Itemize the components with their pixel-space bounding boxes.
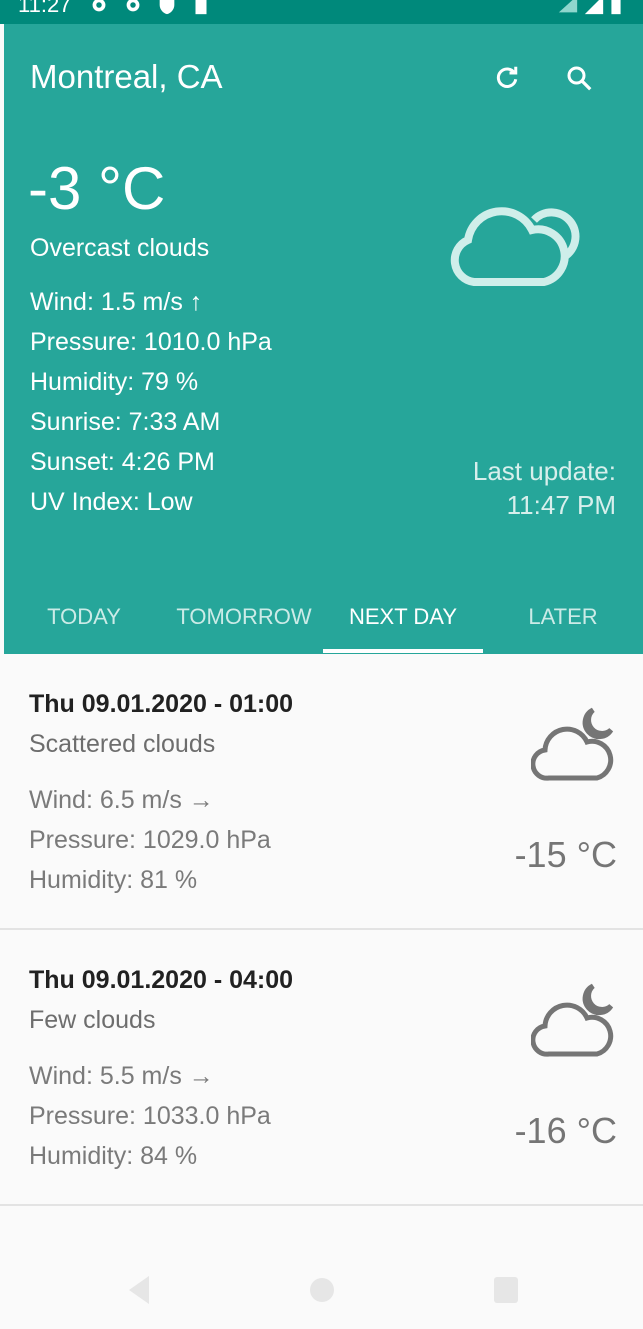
cloud-moon-icon xyxy=(531,983,614,1057)
last-update-time: 11:47 PM xyxy=(506,490,616,520)
forecast-date: Thu 09.01.2020 - 01:00 xyxy=(29,690,294,718)
signal-icon xyxy=(584,0,604,15)
navigation-bar xyxy=(0,1250,643,1329)
sd-card-icon xyxy=(195,0,207,15)
back-button[interactable] xyxy=(118,1270,158,1310)
forecast-humidity: Humidity: 81 % xyxy=(29,866,198,894)
tab-indicator xyxy=(323,649,483,653)
forecast-wind: Wind: 5.5 m/s → xyxy=(29,1062,214,1090)
current-wind: Wind: 1.5 m/s ↑ xyxy=(30,288,203,316)
last-update-label: Last update: xyxy=(472,456,616,486)
forecast-temperature: -15 °C xyxy=(514,834,617,875)
forecast-description: Scattered clouds xyxy=(29,730,216,758)
home-icon xyxy=(310,1278,334,1302)
current-temperature: -3 °C xyxy=(28,155,166,222)
tab-tomorrow[interactable]: TOMORROW xyxy=(164,584,324,650)
recents-button[interactable] xyxy=(486,1270,526,1310)
more-options-button[interactable] xyxy=(627,58,643,98)
current-sunset: Sunset: 4:26 PM xyxy=(30,448,215,476)
status-bar: 11:27 xyxy=(0,0,643,24)
current-weather-header: Montreal, CA -3 °C Overcast clouds Wind:… xyxy=(4,24,643,654)
forecast-date: Thu 09.01.2020 - 04:00 xyxy=(29,966,294,994)
search-icon xyxy=(567,66,592,91)
search-button[interactable] xyxy=(559,58,599,98)
shield-icon xyxy=(159,0,175,15)
list-item[interactable]: Thu 09.01.2020 - 01:00 Scattered clouds … xyxy=(0,654,643,930)
home-button[interactable] xyxy=(302,1270,342,1310)
list-item[interactable]: Thu 09.01.2020 - 04:00 Few clouds Wind: … xyxy=(0,930,643,1206)
current-humidity: Humidity: 79 % xyxy=(30,368,199,396)
tab-later[interactable]: LATER xyxy=(483,584,643,650)
tab-today[interactable]: TODAY xyxy=(4,584,164,650)
battery-icon xyxy=(611,0,621,15)
more-vert-icon xyxy=(632,63,643,93)
forecast-pressure: Pressure: 1029.0 hPa xyxy=(29,826,271,854)
current-sunrise: Sunrise: 7:33 AM xyxy=(30,408,221,436)
current-pressure: Pressure: 1010.0 hPa xyxy=(30,328,272,356)
current-uv-index: UV Index: Low xyxy=(30,488,193,516)
forecast-description: Few clouds xyxy=(29,1006,156,1034)
wifi-off-icon xyxy=(558,0,578,13)
forecast-wind: Wind: 6.5 m/s → xyxy=(29,786,214,814)
overcast-clouds-icon xyxy=(450,207,580,286)
forecast-tabs: TODAY TOMORROW NEXT DAY LATER xyxy=(4,584,643,654)
status-time: 11:27 xyxy=(18,0,72,17)
toolbar-actions xyxy=(443,58,643,98)
tab-next-day[interactable]: NEXT DAY xyxy=(323,584,483,650)
forecast-temperature: -16 °C xyxy=(514,1110,617,1151)
gear-icon xyxy=(92,0,106,12)
refresh-icon xyxy=(496,66,518,88)
cloud-moon-icon xyxy=(531,707,614,781)
forecast-pressure: Pressure: 1033.0 hPa xyxy=(29,1102,271,1130)
recents-icon xyxy=(494,1277,518,1303)
refresh-button[interactable] xyxy=(487,58,527,98)
gear-icon xyxy=(126,0,140,12)
forecast-humidity: Humidity: 84 % xyxy=(29,1142,198,1170)
last-update: Last update: 11:47 PM xyxy=(473,454,616,522)
back-icon xyxy=(129,1276,149,1304)
current-description: Overcast clouds xyxy=(30,234,210,262)
city-title: Montreal, CA xyxy=(30,58,223,95)
